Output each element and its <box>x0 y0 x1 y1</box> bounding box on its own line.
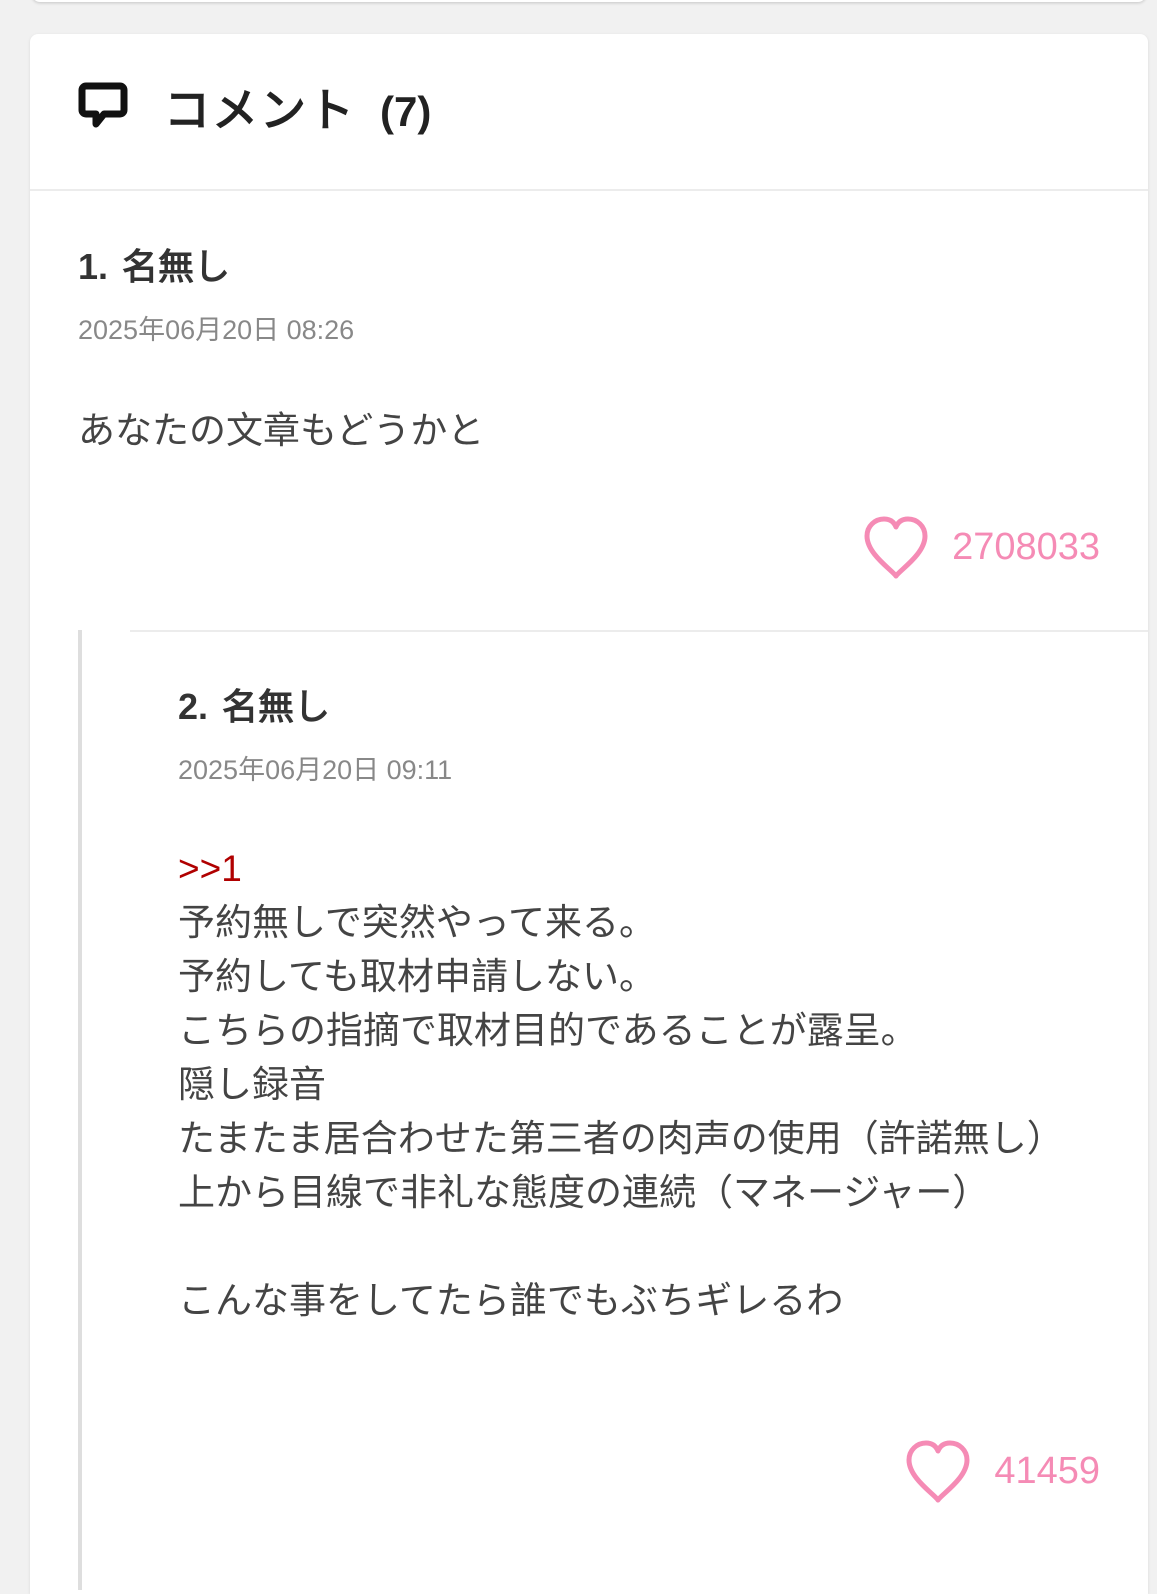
comments-card: コメント (7) 1. 名無し 2025年06月20日 08:26 あなたの文章もど… <box>30 34 1148 1594</box>
comment-body-line: たまたま居合わせた第三者の肉声の使用（許諾無し） <box>178 1117 1064 1160</box>
comment-body: あなたの文章もどうかと <box>78 409 485 452</box>
comment-body-line: 予約しても取材申請しない。 <box>178 955 657 998</box>
heart-outline-icon <box>906 1440 970 1503</box>
comment-name: 名無し <box>122 247 231 288</box>
comment-author: 2. 名無し <box>178 684 330 731</box>
comments-title-label: コメント <box>164 83 356 137</box>
previous-card <box>32 0 1146 2</box>
comment-body-blank-line <box>178 1220 1108 1274</box>
comments-header: コメント (7) <box>30 34 1148 191</box>
heart-outline-icon <box>864 516 928 579</box>
comment-body-line: 上から目線で非礼な態度の連続（マネージャー） <box>178 1171 990 1214</box>
comments-count: (7) <box>380 88 432 135</box>
comment-body-line: 予約無しで突然やって来る。 <box>178 901 657 944</box>
comments-title: コメント (7) <box>164 80 431 142</box>
like-count: 41459 <box>994 1450 1100 1492</box>
comment-number: 2. <box>178 686 209 727</box>
comment-bubble-icon <box>78 82 128 128</box>
comment-author: 1. 名無し <box>78 244 230 291</box>
reply-thread: 2. 名無し 2025年06月20日 09:11 >>1 予約無しで突然やって来る… <box>78 630 1148 1590</box>
reply-divider <box>130 630 1148 632</box>
like-count: 2708033 <box>952 526 1100 568</box>
comment-date: 2025年06月20日 08:26 <box>78 315 355 345</box>
comment-body-line: こちらの指摘で取材目的であることが露呈。 <box>178 1009 918 1052</box>
reply-anchor-link[interactable]: >>1 <box>178 842 1108 896</box>
comment-body: >>1 予約無しで突然やって来る。 予約しても取材申請しない。 こちらの指摘で取… <box>178 842 1108 1328</box>
like-button[interactable]: 2708033 <box>862 514 1100 580</box>
like-button[interactable]: 41459 <box>904 1438 1100 1504</box>
comment-body-line: こんな事をしてたら誰でもぶちギレるわ <box>178 1279 844 1322</box>
comment-number: 1. <box>78 246 109 287</box>
comment-body-line: 隠し録音 <box>178 1063 326 1106</box>
comment-date: 2025年06月20日 09:11 <box>178 755 453 785</box>
comment-name: 名無し <box>222 687 331 728</box>
